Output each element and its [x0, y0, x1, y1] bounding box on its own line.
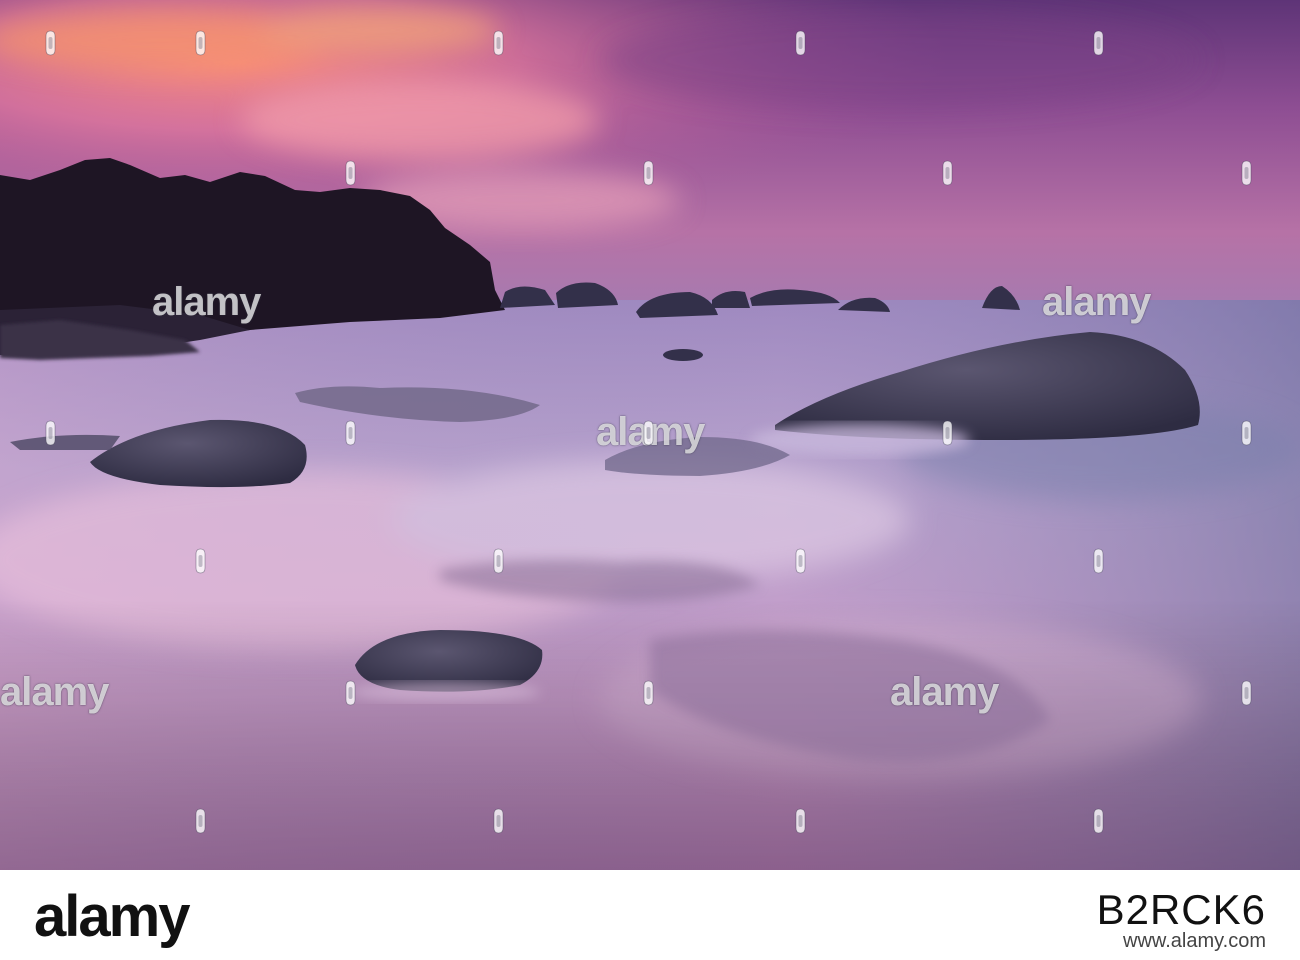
watermark-dot-icon — [345, 420, 356, 446]
watermark-dot-icon — [195, 30, 206, 56]
watermark-dot-icon — [1241, 420, 1252, 446]
footer-bar: alamy B2RCK6 www.alamy.com — [0, 870, 1300, 960]
watermark-text: alamy — [890, 670, 999, 714]
watermark-dot-icon — [643, 420, 654, 446]
watermark-dot-icon — [493, 548, 504, 574]
stock-photo: alamyalamyalamyalamyalamy — [0, 0, 1300, 870]
watermark-dot-icon — [942, 160, 953, 186]
watermark-dot-icon — [45, 30, 56, 56]
watermark-dot-icon — [345, 680, 356, 706]
watermark-text: alamy — [152, 280, 261, 324]
logo-text: alamy — [34, 884, 190, 949]
watermark-dot-icon — [195, 548, 206, 574]
watermark-dot-icon — [45, 420, 56, 446]
watermark-text: alamy — [1042, 280, 1151, 324]
watermark-dot-icon — [195, 808, 206, 834]
watermark-dot-icon — [795, 30, 806, 56]
watermark-dot-icon — [1241, 160, 1252, 186]
watermark-dot-icon — [1093, 548, 1104, 574]
watermark-dot-icon — [643, 680, 654, 706]
watermark-dot-icon — [942, 420, 953, 446]
watermark-dot-icon — [795, 808, 806, 834]
alamy-logo[interactable]: alamy — [20, 882, 400, 952]
image-id: B2RCK6 — [1096, 886, 1266, 933]
site-url[interactable]: www.alamy.com — [1123, 930, 1266, 953]
watermark-dot-icon — [1093, 808, 1104, 834]
watermark-dot-icon — [1241, 680, 1252, 706]
watermark-dot-icon — [345, 160, 356, 186]
watermark-dot-icon — [795, 548, 806, 574]
watermark-dot-icon — [643, 160, 654, 186]
watermark-dot-icon — [493, 30, 504, 56]
watermark-text: alamy — [0, 670, 109, 714]
watermark-dot-icon — [1093, 30, 1104, 56]
watermark-dot-icon — [493, 808, 504, 834]
